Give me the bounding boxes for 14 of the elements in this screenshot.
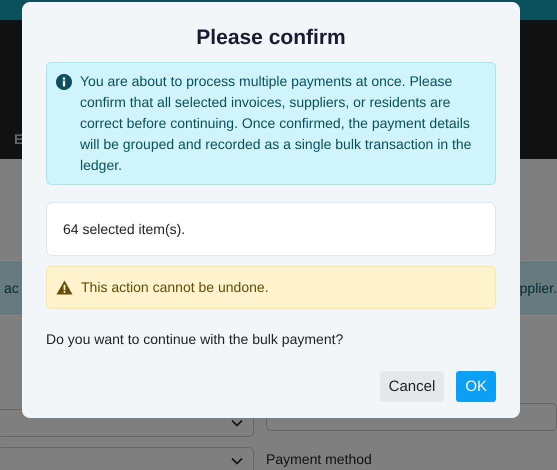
select-field[interactable] — [0, 447, 254, 470]
dialog-title: Please confirm — [195, 26, 347, 50]
info-icon — [56, 74, 72, 90]
notice-text: pplier. — [520, 280, 557, 296]
alert-text: You are about to process multiple payments at once. Please confirm that all selected invoices, suppliers, or residents are correct before continuing. Once confirmed, the payment details will be grouped and recorded as a single bulk transaction in the ledger. — [80, 72, 472, 175]
question-text: Do you want to continue with the bulk payment? — [46, 331, 344, 347]
cancel-button[interactable]: Cancel — [380, 371, 444, 402]
chevron-down-icon — [231, 419, 243, 427]
notice-text: ac — [4, 280, 19, 296]
warning-icon — [56, 280, 73, 295]
field-label: Payment method — [266, 450, 372, 469]
chevron-down-icon — [231, 457, 243, 465]
alert-text: This action cannot be undone. — [81, 278, 269, 297]
selected-count: 64 selected item(s). — [63, 221, 186, 237]
